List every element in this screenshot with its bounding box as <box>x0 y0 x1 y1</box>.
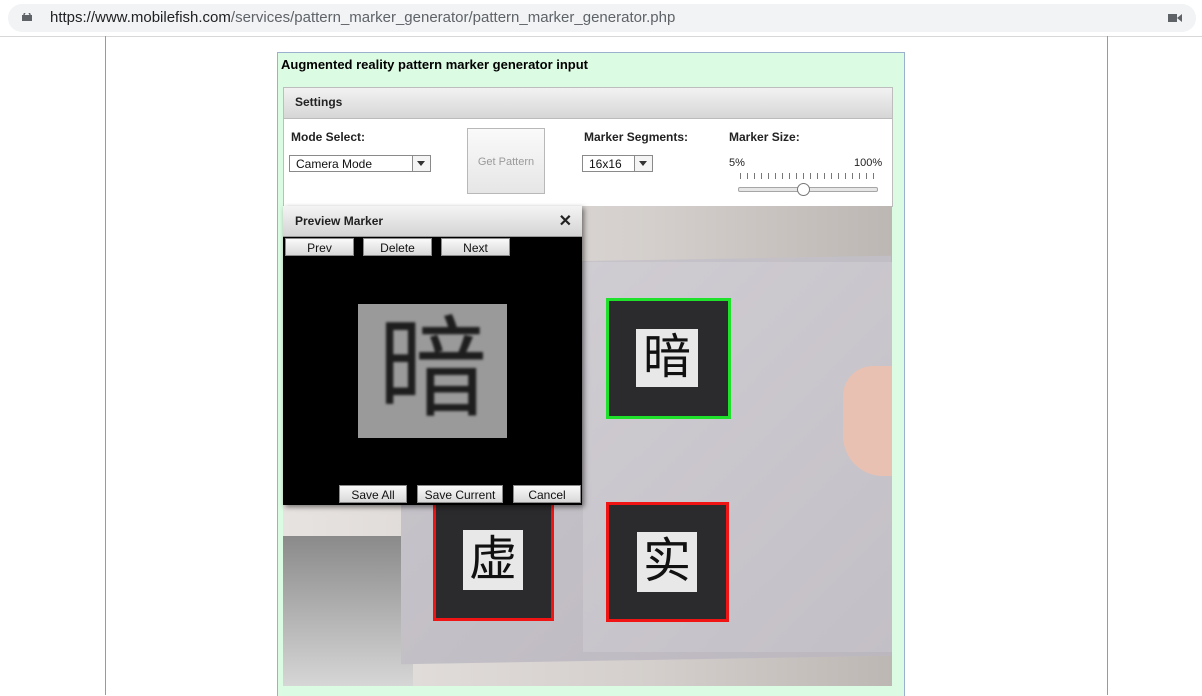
marker-glyph: 实 <box>637 532 697 592</box>
delete-button[interactable]: Delete <box>363 238 432 256</box>
chevron-down-icon <box>634 156 652 171</box>
detected-marker: 暗 <box>606 298 731 419</box>
save-current-button[interactable]: Save Current <box>417 485 503 503</box>
url-host: https://www.mobilefish.com <box>50 9 231 26</box>
url-text[interactable]: https://www.mobilefish.com/services/patt… <box>50 9 675 26</box>
browser-url-bar: https://www.mobilefish.com/services/patt… <box>0 0 1202 37</box>
url-path: /services/pattern_marker_generator/patte… <box>230 9 676 26</box>
chevron-down-icon <box>412 156 430 171</box>
slider-handle[interactable] <box>796 183 810 196</box>
mode-select[interactable]: Camera Mode <box>289 155 431 172</box>
page-title: Augmented reality pattern marker generat… <box>281 57 589 72</box>
cancel-button[interactable]: Cancel <box>513 485 581 503</box>
prev-button[interactable]: Prev <box>285 238 354 256</box>
marker-segments-select[interactable]: 16x16 <box>582 155 653 172</box>
slider-ticks <box>740 173 878 179</box>
camera-icon[interactable] <box>1168 13 1182 23</box>
marker-glyph: 暗 <box>636 329 698 387</box>
mode-select-value: Camera Mode <box>296 157 373 171</box>
marker-segments-label: Marker Segments: <box>584 130 689 144</box>
close-icon[interactable]: ✕ <box>559 211 572 231</box>
settings-box: Settings Mode Select: Camera Mode Get Pa… <box>283 87 893 207</box>
marker-size-max: 100% <box>854 157 883 169</box>
marker-glyph: 虚 <box>463 530 523 590</box>
hand <box>843 366 892 476</box>
marker-size-label: Marker Size: <box>729 130 800 144</box>
next-button[interactable]: Next <box>441 238 510 256</box>
preview-header: Preview Marker ✕ <box>283 206 582 237</box>
marker-segments-value: 16x16 <box>589 157 622 171</box>
marker-preview-glyph: 暗 <box>377 308 488 431</box>
marker-size-min: 5% <box>729 157 745 169</box>
lock-icon <box>22 13 32 21</box>
get-pattern-button[interactable]: Get Pattern <box>467 128 545 194</box>
preview-title: Preview Marker <box>295 214 384 228</box>
candidate-marker: 实 <box>606 502 729 622</box>
preview-marker-dialog: Preview Marker ✕ Prev Delete Next 暗 Save… <box>283 206 582 505</box>
settings-title: Settings <box>295 95 343 109</box>
settings-header: Settings <box>284 88 892 119</box>
mode-select-label: Mode Select: <box>291 130 366 144</box>
marker-preview-image: 暗 <box>358 304 507 438</box>
save-all-button[interactable]: Save All <box>339 485 407 503</box>
camera-window-light <box>283 536 413 686</box>
candidate-marker: 虚 <box>433 500 554 621</box>
address-field[interactable]: https://www.mobilefish.com/services/patt… <box>8 4 1196 32</box>
